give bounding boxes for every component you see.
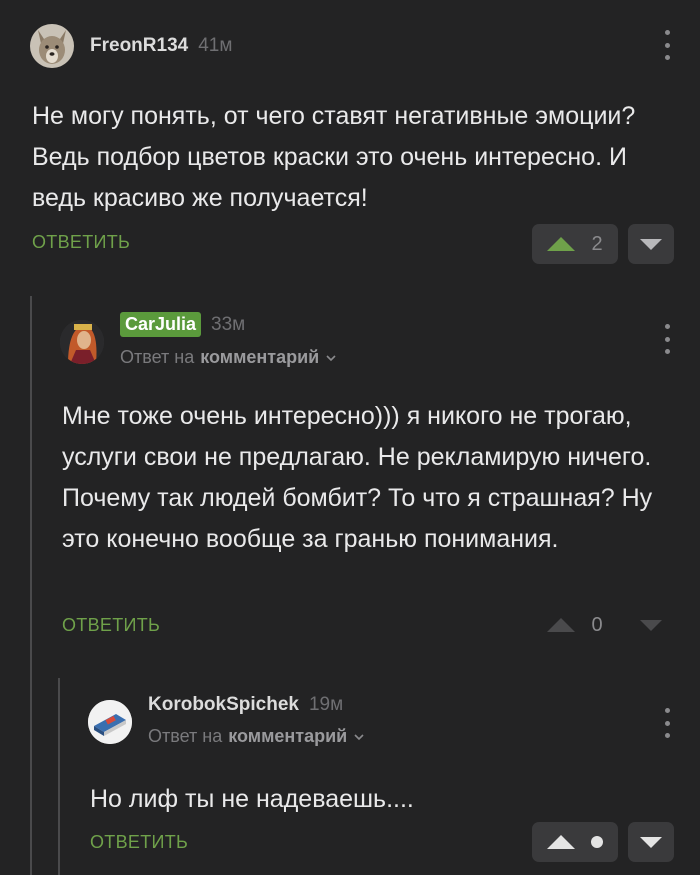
- comment-header: CarJulia 33м Ответ на комментарий: [60, 312, 337, 368]
- chevron-down-icon: [354, 733, 364, 740]
- thread-line: [30, 296, 32, 875]
- upvote-button[interactable]: 2: [532, 224, 618, 264]
- vote-controls: 2: [532, 224, 674, 264]
- reply-to-prefix: Ответ на: [148, 726, 223, 746]
- reply-to-prefix: Ответ на: [120, 347, 195, 367]
- thread-line: [58, 678, 60, 875]
- upvote-button[interactable]: 0: [532, 605, 618, 645]
- matchbox-avatar[interactable]: [88, 700, 132, 744]
- reply-to[interactable]: Ответ на комментарий: [120, 347, 337, 368]
- reply-button[interactable]: ОТВЕТИТЬ: [32, 232, 130, 253]
- author-name[interactable]: FreonR134: [90, 35, 188, 57]
- reply-to-target: комментарий: [228, 726, 348, 746]
- comment-text: Не могу понять, от чего ставят негативны…: [32, 102, 636, 212]
- vote-controls: 0: [532, 605, 674, 645]
- downvote-button[interactable]: [628, 605, 674, 645]
- reply-button[interactable]: ОТВЕТИТЬ: [62, 615, 160, 636]
- more-options-icon[interactable]: [663, 708, 671, 738]
- woman-portrait-avatar[interactable]: [60, 320, 104, 364]
- name-block: CarJulia 33м Ответ на комментарий: [120, 312, 337, 368]
- name-block: KorobokSpichek 19м Ответ на комментарий: [148, 694, 365, 747]
- upvote-arrow-icon: [547, 237, 576, 251]
- reply-to-target: комментарий: [200, 347, 320, 367]
- wolf-avatar[interactable]: [30, 24, 74, 68]
- downvote-arrow-icon: [640, 619, 662, 631]
- reply-button[interactable]: ОТВЕТИТЬ: [90, 832, 188, 853]
- downvote-arrow-icon: [640, 836, 662, 848]
- comment-time: 33м: [211, 313, 246, 335]
- upvote-arrow-icon: [547, 835, 575, 849]
- author-name[interactable]: CarJulia: [120, 312, 202, 337]
- downvote-arrow-icon: [640, 238, 662, 250]
- vote-score: 0: [591, 613, 603, 636]
- comment-time: 19м: [308, 694, 344, 715]
- comment-header: KorobokSpichek 19м Ответ на комментарий: [88, 694, 365, 747]
- comment-header: FreonR134 41м: [30, 24, 232, 68]
- comments-page: FreonR134 41м Не могу понять, от чего ст…: [0, 0, 700, 875]
- vote-controls: [532, 822, 674, 862]
- score-hidden-dot-icon: [591, 836, 603, 848]
- downvote-button[interactable]: [628, 822, 674, 862]
- more-options-icon[interactable]: [663, 324, 671, 354]
- more-options-icon[interactable]: [663, 30, 671, 60]
- comment-text: Мне тоже очень интересно))) я никого не …: [62, 402, 653, 553]
- downvote-button[interactable]: [628, 224, 674, 264]
- comment-text: Но лиф ты не надеваешь....: [90, 785, 414, 813]
- chevron-down-icon: [326, 354, 336, 361]
- upvote-button[interactable]: [532, 822, 618, 862]
- author-name[interactable]: KorobokSpichek: [148, 694, 299, 716]
- upvote-arrow-icon: [547, 618, 576, 632]
- name-line: FreonR134 41м: [90, 35, 232, 57]
- reply-to[interactable]: Ответ на комментарий: [148, 726, 365, 747]
- vote-score: 2: [591, 232, 603, 255]
- comment-time: 41м: [198, 35, 233, 56]
